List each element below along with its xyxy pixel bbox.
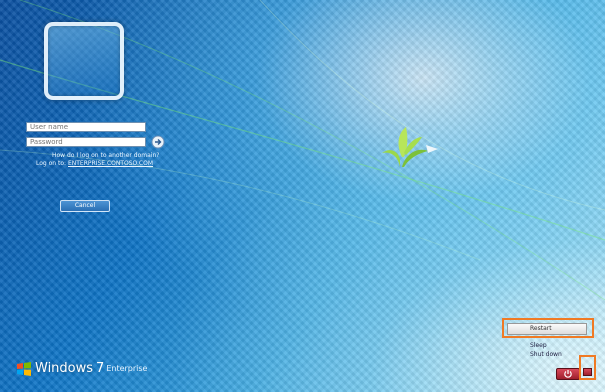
arrow-right-icon [151,135,165,149]
product-version: 7 [96,361,105,376]
product-edition: Enterprise [106,364,148,373]
cancel-button[interactable]: Cancel [60,200,110,212]
menu-item-restart[interactable]: Restart [507,323,587,335]
product-name: Windows [35,361,94,376]
logon-domain-link[interactable]: ENTERPRISE.CONTOSO.COM [68,160,153,167]
submit-arrow-button[interactable] [150,135,166,149]
menu-item-sleep[interactable]: Sleep [530,342,547,349]
windows-branding: Windows 7 Enterprise [16,361,147,376]
power-options-arrow-button[interactable] [583,368,592,376]
power-options-arrow-highlight [579,355,596,380]
how-to-logon-link[interactable]: How do I log on to another domain? [52,152,159,159]
logon-screen: How do I log on to another domain? Log o… [0,0,605,392]
menu-item-shutdown[interactable]: Shut down [530,351,562,358]
restart-highlight: Restart [502,318,594,338]
power-icon [564,370,572,378]
password-field[interactable] [26,137,146,147]
windows-flag-icon [17,361,31,376]
windows-leaf-logo [382,127,438,167]
username-field[interactable] [26,122,146,132]
user-avatar[interactable] [44,22,124,100]
shutdown-button[interactable] [556,368,580,380]
logon-to-label: Log on to: [36,160,67,167]
logon-to-domain-text: Log on to: ENTERPRISE.CONTOSO.COM [36,160,153,167]
